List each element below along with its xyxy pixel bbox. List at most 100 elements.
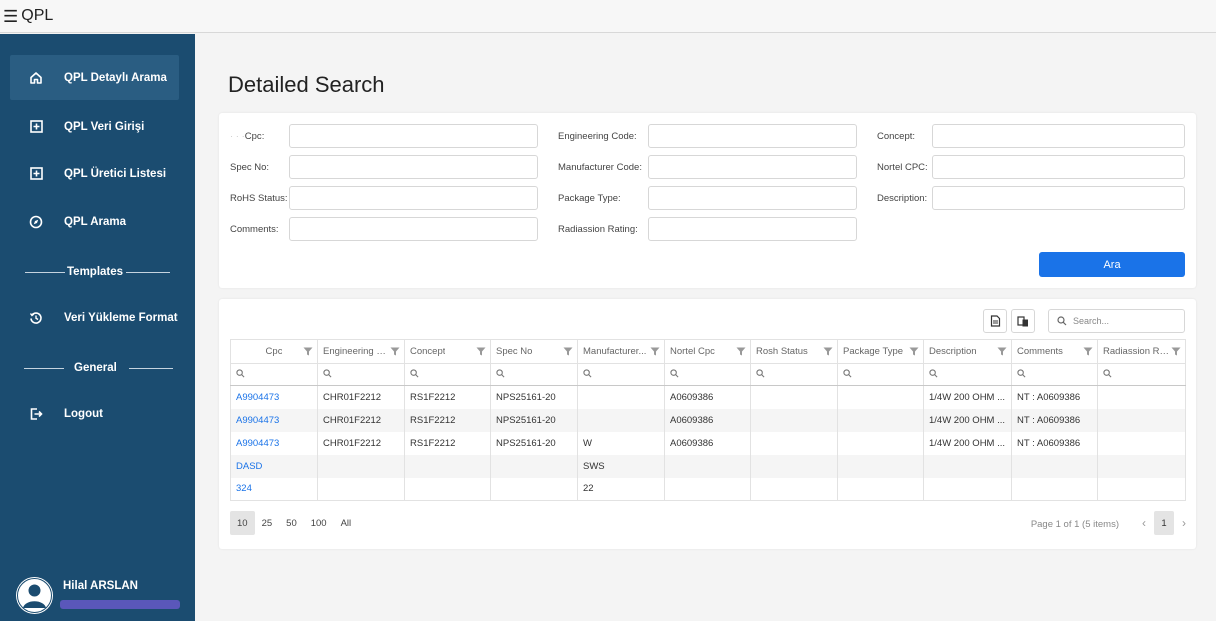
page-size-option[interactable]: 50 (279, 511, 304, 535)
table-row[interactable]: A9904473 CHR01F2212 RS1F2212 NPS25161-20 A06… (230, 408, 1186, 432)
sidebar-item-label: QPL Üretici Listesi (64, 167, 167, 180)
filter-icon[interactable] (476, 347, 486, 356)
table-filter-row (230, 363, 1186, 386)
filter-icon[interactable] (563, 347, 573, 356)
column-filter-cell[interactable] (1097, 363, 1186, 386)
column-header[interactable]: Engineering C... (317, 339, 405, 364)
table-row[interactable]: DASD SWS (230, 454, 1186, 478)
page-size-option[interactable]: 100 (304, 511, 334, 535)
page-size-option[interactable]: All (334, 511, 359, 535)
sidebar-item-label: QPL Arama (64, 215, 126, 228)
column-header[interactable]: Manufacturer... (577, 339, 665, 364)
column-filter-cell[interactable] (1011, 363, 1098, 386)
engineering-code-field[interactable] (648, 124, 857, 148)
column-header[interactable]: Rosh Status (750, 339, 838, 364)
engineering-code-label: Engineering Code: (558, 131, 637, 142)
filter-icon[interactable] (650, 347, 660, 356)
filter-icon[interactable] (823, 347, 833, 356)
export-pdf-button[interactable] (983, 309, 1007, 333)
concept-field[interactable] (932, 124, 1185, 148)
cpc-link[interactable]: A9904473 (230, 385, 318, 409)
column-header[interactable]: Cpc (230, 339, 318, 364)
column-header[interactable]: Description (923, 339, 1012, 364)
column-filter-cell[interactable] (577, 363, 665, 386)
user-subtitle-redacted (60, 600, 180, 609)
column-filter-cell[interactable] (923, 363, 1012, 386)
table-row[interactable]: A9904473 CHR01F2212 RS1F2212 NPS25161-20 W A0… (230, 431, 1186, 455)
search-button[interactable]: Ara (1039, 252, 1185, 277)
column-header-label: Package Type (843, 345, 904, 357)
table-cell (317, 454, 405, 478)
filter-icon[interactable] (303, 347, 313, 356)
filter-icon[interactable] (736, 347, 746, 356)
cpc-field[interactable] (289, 124, 538, 148)
column-chooser-button[interactable] (1011, 309, 1035, 333)
column-header[interactable]: Package Type (837, 339, 924, 364)
nortel-cpc-field[interactable] (932, 155, 1185, 179)
description-field[interactable] (932, 186, 1185, 210)
table-cell (490, 477, 578, 501)
home-icon (26, 68, 46, 88)
filter-icon[interactable] (1083, 347, 1093, 356)
column-filter-cell[interactable] (664, 363, 751, 386)
logout-button[interactable]: Logout (10, 391, 179, 436)
column-header[interactable]: Comments (1011, 339, 1098, 364)
column-header-label: Radiassion Ra... (1103, 345, 1171, 357)
column-filter-cell[interactable] (750, 363, 838, 386)
filter-icon[interactable] (997, 347, 1007, 356)
package-type-field[interactable] (648, 186, 857, 210)
column-filter-cell[interactable] (404, 363, 491, 386)
column-filter-cell[interactable] (837, 363, 924, 386)
user-profile[interactable]: Hilal ARSLAN (16, 577, 180, 614)
column-filter-cell[interactable] (490, 363, 578, 386)
column-header[interactable]: Radiassion Ra... (1097, 339, 1186, 364)
column-header-label: Concept (410, 345, 446, 357)
cpc-link[interactable]: 324 (230, 477, 318, 501)
column-header[interactable]: Nortel Cpc (664, 339, 751, 364)
plus-square-icon (26, 117, 46, 137)
filter-icon[interactable] (390, 347, 400, 356)
sidebar-item-label: QPL Detaylı Arama (64, 71, 167, 84)
sidebar-item-qpl-arama[interactable]: QPL Arama (10, 199, 179, 244)
page-1-button[interactable]: 1 (1154, 511, 1174, 535)
filter-icon[interactable] (1171, 347, 1181, 356)
table-cell (404, 454, 491, 478)
table-cell (317, 477, 405, 501)
table-cell: NPS25161-20 (490, 408, 578, 432)
sidebar-item-veri-yukleme-format[interactable]: Veri Yükleme Format (10, 295, 179, 340)
table-row[interactable]: A9904473 CHR01F2212 RS1F2212 NPS25161-20 A06… (230, 385, 1186, 409)
column-header[interactable]: Concept (404, 339, 491, 364)
table-cell (1011, 454, 1098, 478)
rohs-status-field[interactable] (289, 186, 538, 210)
search-icon (756, 368, 765, 377)
column-filter-cell[interactable] (230, 363, 318, 386)
comments-field[interactable] (289, 217, 538, 241)
sidebar-item-qpl-veri-girisi[interactable]: QPL Veri Girişi (10, 104, 179, 149)
results-table: Cpc Engineering C... Concept Spec No Manufac… (230, 339, 1186, 501)
grid-search-input[interactable]: Search... (1048, 309, 1185, 333)
hamburger-menu-icon[interactable]: ☰ (3, 8, 18, 25)
filter-icon[interactable] (909, 347, 919, 356)
cpc-link[interactable]: A9904473 (230, 408, 318, 432)
table-cell: CHR01F2212 (317, 431, 405, 455)
page-size-option[interactable]: 10 (230, 511, 255, 535)
cpc-link[interactable]: DASD (230, 454, 318, 478)
table-row[interactable]: 324 22 (230, 477, 1186, 501)
manufacturer-code-field[interactable] (648, 155, 857, 179)
column-header[interactable]: Spec No (490, 339, 578, 364)
cpc-link[interactable]: A9904473 (230, 431, 318, 455)
radiassion-rating-field[interactable] (648, 217, 857, 241)
page-info: Page 1 of 1 (5 items) (1030, 519, 1119, 530)
sidebar-item-qpl-detayli-arama[interactable]: QPL Detaylı Arama (10, 55, 179, 100)
nortel-cpc-label: Nortel CPC: (877, 162, 928, 173)
table-cell (837, 431, 924, 455)
sidebar-item-qpl-uretici-listesi[interactable]: QPL Üretici Listesi (10, 151, 179, 196)
prev-page-icon[interactable]: ‹ (1142, 516, 1146, 530)
logout-icon (26, 404, 46, 424)
spec-no-field[interactable] (289, 155, 538, 179)
search-icon (1017, 368, 1026, 377)
next-page-icon[interactable]: › (1182, 516, 1186, 530)
table-cell (750, 454, 838, 478)
page-size-option[interactable]: 25 (255, 511, 280, 535)
column-filter-cell[interactable] (317, 363, 405, 386)
